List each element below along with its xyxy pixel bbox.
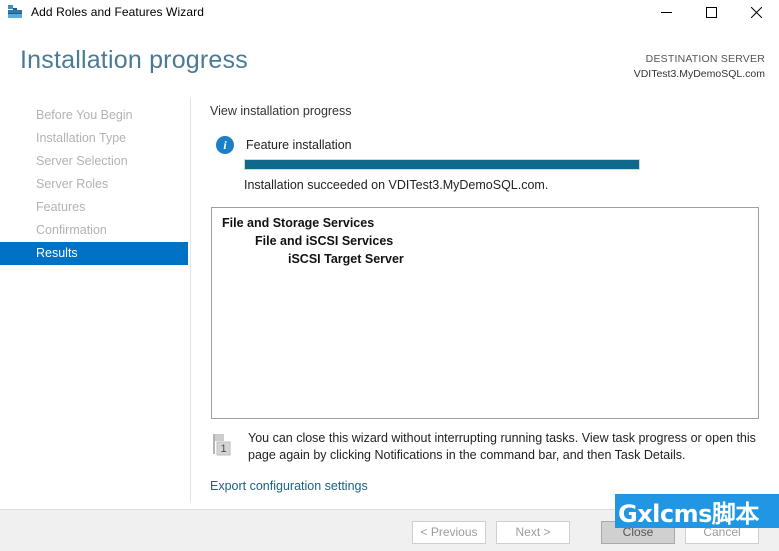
page-title: Installation progress xyxy=(20,46,248,74)
info-circle-icon: i xyxy=(216,136,234,154)
watermark-overlay: Gxlcms脚本 xyxy=(615,494,779,528)
installation-progress-bar xyxy=(244,159,640,170)
minimize-icon[interactable] xyxy=(644,0,689,24)
destination-server-value: VDITest3.MyDemoSQL.com xyxy=(633,68,765,80)
sidebar-item-installation-type[interactable]: Installation Type xyxy=(0,127,190,150)
main-content: View installation progress i Feature ins… xyxy=(210,104,765,493)
destination-server-label: DESTINATION SERVER xyxy=(645,53,765,65)
sidebar-item-results[interactable]: Results xyxy=(0,242,188,265)
wizard-toolbox-icon xyxy=(7,4,23,20)
sidebar-divider xyxy=(190,98,191,502)
wizard-notice-text: You can close this wizard without interr… xyxy=(248,430,756,464)
maximize-icon[interactable] xyxy=(689,0,734,24)
sidebar-item-server-roles[interactable]: Server Roles xyxy=(0,173,190,196)
wizard-notice: 1 You can close this wizard without inte… xyxy=(210,430,760,464)
close-icon[interactable] xyxy=(734,0,779,24)
sidebar-item-server-selection[interactable]: Server Selection xyxy=(0,150,190,173)
section-title: View installation progress xyxy=(210,104,352,118)
export-configuration-settings-link[interactable]: Export configuration settings xyxy=(210,479,368,493)
sidebar-item-confirmation[interactable]: Confirmation xyxy=(0,219,190,242)
result-item: File and iSCSI Services xyxy=(255,234,394,248)
installation-status-text: Installation succeeded on VDITest3.MyDem… xyxy=(244,178,549,192)
notification-flag-icon: 1 xyxy=(210,432,236,458)
feature-installation-label: Feature installation xyxy=(246,138,352,152)
next-button[interactable]: Next > xyxy=(496,521,570,544)
destination-server: DESTINATION SERVER VDITest3.MyDemoSQL.co… xyxy=(634,52,765,82)
notice-line-1: You can close this wizard without interr… xyxy=(248,431,756,445)
feature-installation-row: i Feature installation xyxy=(216,136,765,154)
title-bar: Add Roles and Features Wizard xyxy=(0,0,779,24)
previous-button[interactable]: < Previous xyxy=(412,521,486,544)
sidebar-item-features[interactable]: Features xyxy=(0,196,190,219)
watermark-text: Gxlcms脚本 xyxy=(618,499,759,528)
result-item: iSCSI Target Server xyxy=(288,252,404,266)
result-item: File and Storage Services xyxy=(222,216,375,230)
window-controls xyxy=(644,0,779,24)
notice-line-2: page again by clicking Notifications in … xyxy=(248,448,686,462)
wizard-navigation: Before You Begin Installation Type Serve… xyxy=(0,104,190,265)
sidebar-item-before-you-begin[interactable]: Before You Begin xyxy=(0,104,190,127)
page-header: Installation progress DESTINATION SERVER… xyxy=(0,24,779,96)
installation-progress-fill xyxy=(245,160,639,169)
window-title: Add Roles and Features Wizard xyxy=(31,5,204,19)
notice-badge-count: 1 xyxy=(220,443,226,455)
installation-results-panel[interactable]: File and Storage Services File and iSCSI… xyxy=(211,207,759,419)
